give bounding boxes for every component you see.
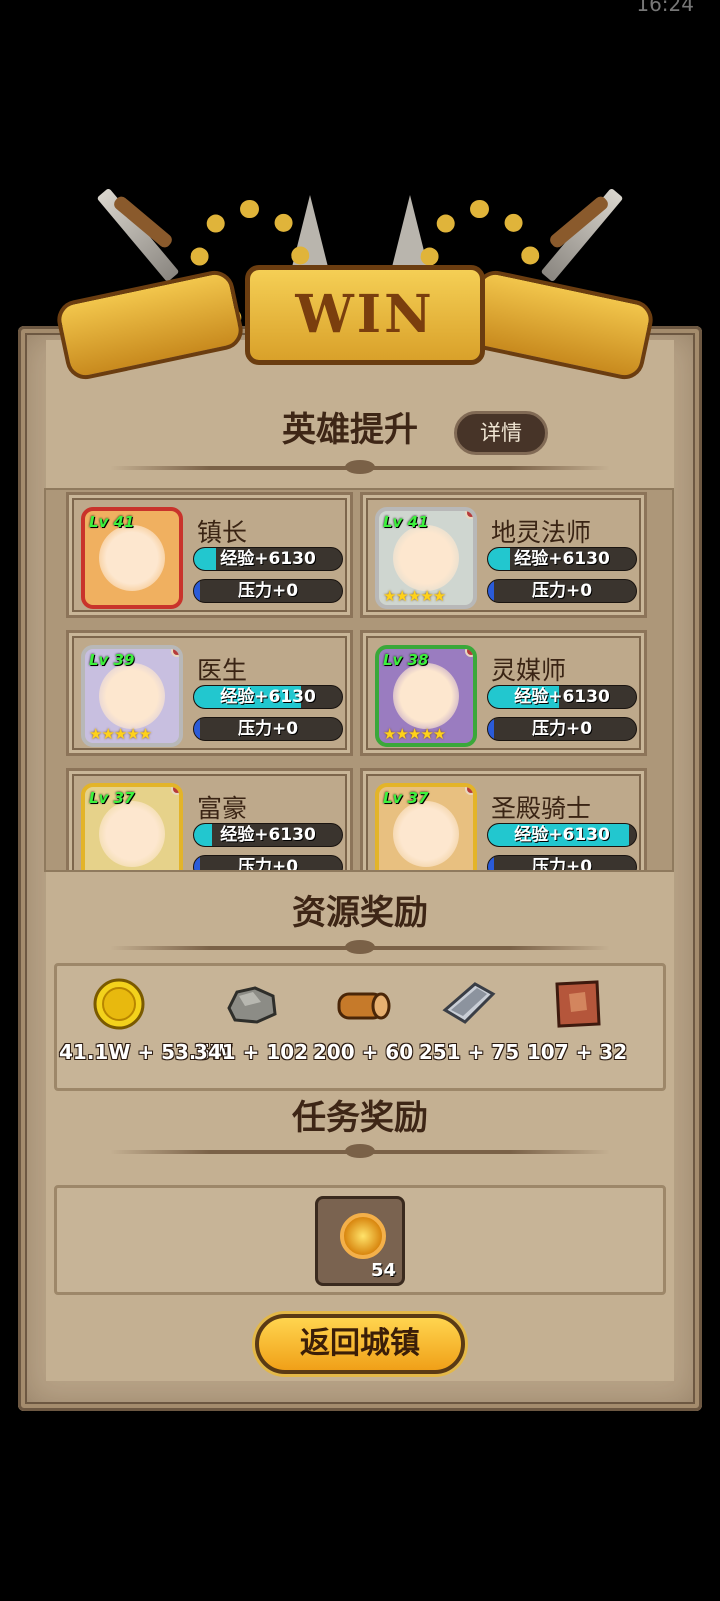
resource-value: 107 + 32 <box>526 1040 628 1064</box>
hero-portrait: Lv 38 ★★★★★ <box>375 645 477 747</box>
iron-icon <box>439 976 499 1032</box>
resource-item: 341 + 102 <box>191 976 311 1064</box>
status-time: 16:24 <box>636 0 694 16</box>
return-to-town-button[interactable]: 返回城镇 <box>255 1314 465 1374</box>
hero-face-icon <box>99 801 165 867</box>
stress-bar: 压力+0 <box>193 579 343 603</box>
right-ribbon <box>463 267 657 383</box>
exp-label: 经验+6130 <box>514 825 610 845</box>
notification-dot-icon <box>465 787 473 795</box>
win-title: WIN <box>295 284 435 345</box>
exp-bar: 经验+6130 <box>487 547 637 571</box>
stress-label: 压力+0 <box>531 857 593 872</box>
exp-bar: 经验+6130 <box>193 823 343 847</box>
resource-rewards: 41.1W + 53.5W 341 + 102 200 + 60 251 + 7… <box>54 963 666 1091</box>
resource-value: 341 + 102 <box>193 1040 309 1064</box>
hero-stars: ★★★★★ <box>383 587 446 605</box>
hero-card[interactable]: Lv 37 圣殿骑士 经验+6130 压力+0 <box>360 768 647 872</box>
hero-face-icon <box>393 525 459 591</box>
hero-level: Lv 37 <box>89 789 135 807</box>
stress-bar: 压力+0 <box>487 579 637 603</box>
resource-item: 200 + 60 <box>303 976 423 1064</box>
medal-icon <box>340 1213 386 1259</box>
hero-card[interactable]: Lv 39 ★★★★★ 医生 经验+6130 压力+0 <box>66 630 353 756</box>
resource-item: 41.1W + 53.5W <box>59 976 233 1064</box>
notification-dot-icon <box>465 511 473 519</box>
stress-label: 压力+0 <box>531 719 593 739</box>
gold-coin-icon <box>89 976 149 1032</box>
hero-portrait: Lv 37 <box>81 783 183 870</box>
resource-section-title: 资源奖励 <box>292 893 428 933</box>
leather-icon <box>547 976 607 1032</box>
stress-bar: 压力+0 <box>193 855 343 872</box>
stress-label: 压力+0 <box>237 719 299 739</box>
exp-bar: 经验+6130 <box>487 823 637 847</box>
resource-divider <box>110 940 610 954</box>
hero-portrait: Lv 39 ★★★★★ <box>81 645 183 747</box>
hero-card[interactable]: Lv 41 镇长 经验+6130 压力+0 <box>66 492 353 618</box>
hero-stars: ★★★★★ <box>383 725 446 743</box>
hero-level: Lv 37 <box>383 789 429 807</box>
resource-value: 251 + 75 <box>418 1040 520 1064</box>
hero-portrait: Lv 37 <box>375 783 477 870</box>
exp-label: 经验+6130 <box>514 687 610 707</box>
exp-label: 经验+6130 <box>220 687 316 707</box>
wood-icon <box>333 976 393 1032</box>
stress-label: 压力+0 <box>531 581 593 601</box>
hero-level: Lv 41 <box>89 513 135 531</box>
hero-name: 镇长 <box>197 518 248 547</box>
hero-name: 富豪 <box>197 794 248 823</box>
hero-section-title: 英雄提升 <box>282 410 418 450</box>
hero-level: Lv 41 <box>383 513 429 531</box>
task-rewards: 54 <box>54 1185 666 1295</box>
hero-card[interactable]: Lv 38 ★★★★★ 灵媒师 经验+6130 压力+0 <box>360 630 647 756</box>
exp-label: 经验+6130 <box>220 825 316 845</box>
resource-value: 41.1W + 53.5W <box>59 1040 233 1064</box>
exp-bar: 经验+6130 <box>193 685 343 709</box>
stress-bar: 压力+0 <box>487 717 637 741</box>
reward-count: 54 <box>370 1260 396 1281</box>
stress-bar: 压力+0 <box>193 717 343 741</box>
hero-face-icon <box>99 525 165 591</box>
hero-card[interactable]: Lv 37 富豪 经验+6130 压力+0 <box>66 768 353 872</box>
stress-label: 压力+0 <box>237 857 299 872</box>
notification-dot-icon <box>465 649 473 657</box>
hero-name: 医生 <box>197 656 248 685</box>
task-section-title: 任务奖励 <box>292 1098 428 1138</box>
exp-label: 经验+6130 <box>514 549 610 569</box>
task-divider <box>110 1144 610 1158</box>
resource-item: 251 + 75 <box>409 976 529 1064</box>
win-ribbon: WIN <box>245 265 485 365</box>
exp-bar: 经验+6130 <box>193 547 343 571</box>
hero-portrait: Lv 41 ★★★★★ <box>375 507 477 609</box>
hero-face-icon <box>99 663 165 729</box>
hero-level: Lv 39 <box>89 651 135 669</box>
notification-dot-icon <box>171 787 179 795</box>
exp-bar: 经验+6130 <box>487 685 637 709</box>
exp-label: 经验+6130 <box>220 549 316 569</box>
stress-label: 压力+0 <box>237 581 299 601</box>
win-banner: WIN <box>40 175 680 410</box>
hero-name: 圣殿骑士 <box>491 794 592 823</box>
left-ribbon <box>53 267 247 383</box>
hero-level: Lv 38 <box>383 651 429 669</box>
stress-bar: 压力+0 <box>487 855 637 872</box>
hero-stars: ★★★★★ <box>89 725 152 743</box>
hero-divider <box>110 460 610 474</box>
notification-dot-icon <box>171 649 179 657</box>
hero-card[interactable]: Lv 41 ★★★★★ 地灵法师 经验+6130 压力+0 <box>360 492 647 618</box>
stone-icon <box>221 976 281 1032</box>
hero-face-icon <box>393 801 459 867</box>
hero-portrait: Lv 41 <box>81 507 183 609</box>
hero-face-icon <box>393 663 459 729</box>
hero-name: 灵媒师 <box>491 656 567 685</box>
detail-button[interactable]: 详情 <box>454 411 548 455</box>
resource-item: 107 + 32 <box>517 976 637 1064</box>
resource-value: 200 + 60 <box>312 1040 414 1064</box>
hero-name: 地灵法师 <box>491 518 592 547</box>
task-reward-item[interactable]: 54 <box>315 1196 405 1286</box>
hero-list[interactable]: Lv 41 镇长 经验+6130 压力+0 Lv 41 ★★★★★ 地灵法师 经… <box>44 488 674 872</box>
